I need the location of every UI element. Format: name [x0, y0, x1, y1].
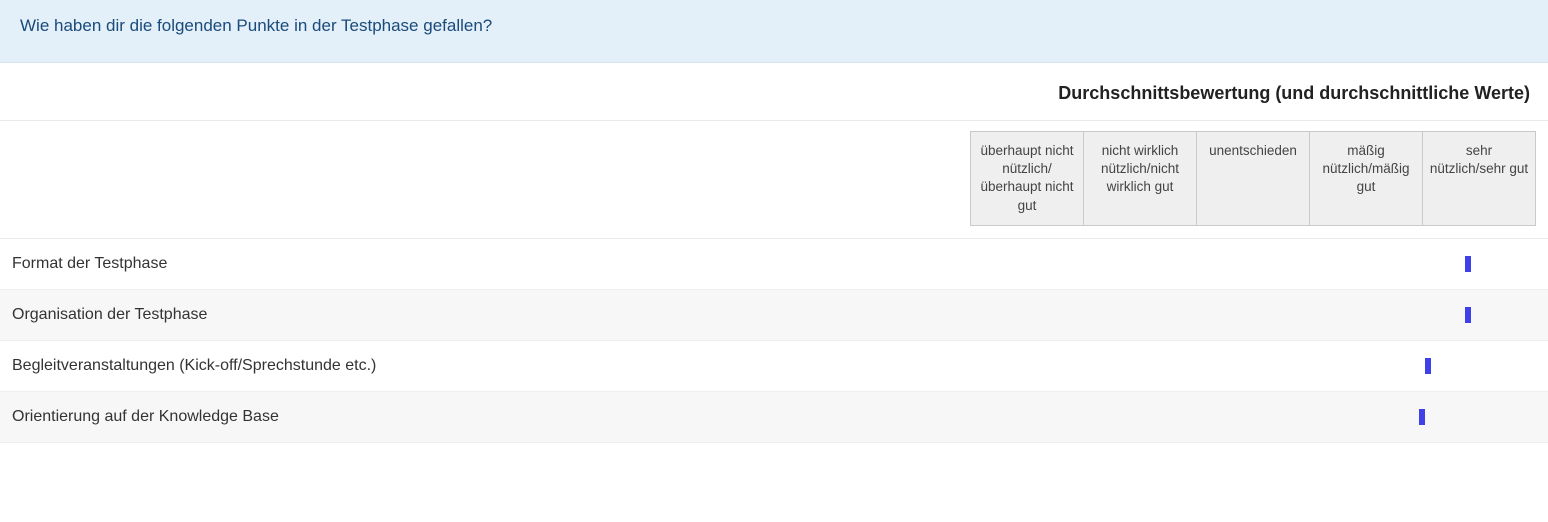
rating-marker — [1465, 256, 1471, 272]
scale-header-row: überhaupt nicht nützlich/ überhaupt nich… — [0, 131, 1548, 239]
rating-row: Begleitveranstaltungen (Kick-off/Sprechs… — [0, 341, 1548, 392]
rating-row-label: Organisation der Testphase — [12, 306, 966, 324]
subtitle-bar: Durchschnittsbewertung (und durchschnitt… — [0, 63, 1548, 121]
rating-track — [966, 255, 1536, 273]
rating-row-label: Begleitveranstaltungen (Kick-off/Sprechs… — [12, 357, 966, 375]
scale-cell-3: unentschieden — [1196, 131, 1310, 226]
subtitle-text: Durchschnittsbewertung (und durchschnitt… — [1058, 83, 1530, 103]
rating-marker — [1465, 307, 1471, 323]
scale-cell-5: sehr nützlich/sehr gut — [1422, 131, 1536, 226]
question-header: Wie haben dir die folgenden Punkte in de… — [0, 0, 1548, 63]
rating-row: Format der Testphase — [0, 239, 1548, 290]
rating-rows: Format der Testphase Organisation der Tes… — [0, 239, 1548, 443]
scale-header-spacer — [12, 131, 970, 226]
rating-track — [966, 357, 1536, 375]
rating-marker — [1425, 358, 1431, 374]
rating-row-label: Orientierung auf der Knowledge Base — [12, 408, 966, 426]
scale-header-cells: überhaupt nicht nützlich/ überhaupt nich… — [970, 131, 1536, 226]
rating-marker — [1419, 409, 1425, 425]
rating-row-label: Format der Testphase — [12, 255, 966, 273]
rating-track — [966, 408, 1536, 426]
scale-cell-4: mäßig nützlich/mäßig gut — [1309, 131, 1423, 226]
rating-grid: überhaupt nicht nützlich/ überhaupt nich… — [0, 121, 1548, 443]
rating-track — [966, 306, 1536, 324]
question-title: Wie haben dir die folgenden Punkte in de… — [20, 16, 1528, 36]
rating-row: Organisation der Testphase — [0, 290, 1548, 341]
rating-row: Orientierung auf der Knowledge Base — [0, 392, 1548, 443]
scale-cell-1: überhaupt nicht nützlich/ überhaupt nich… — [970, 131, 1084, 226]
scale-cell-2: nicht wirklich nützlich/nicht wirklich g… — [1083, 131, 1197, 226]
